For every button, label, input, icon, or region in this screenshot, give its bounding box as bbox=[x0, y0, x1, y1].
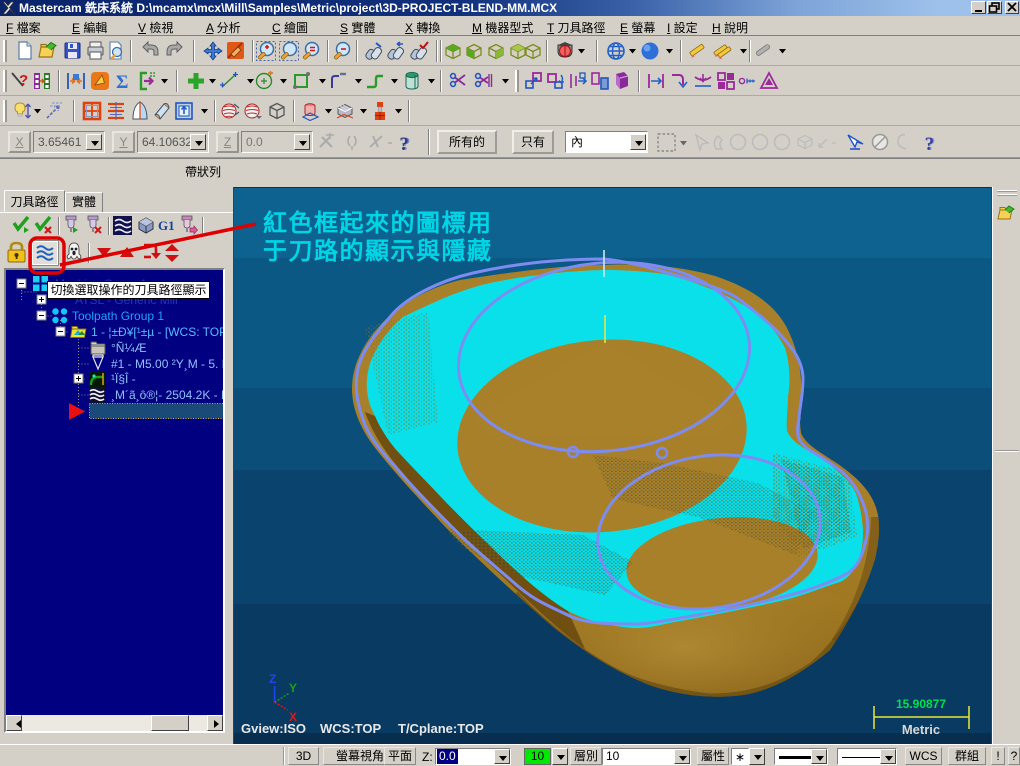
svg-text:Gview:ISO: Gview:ISO bbox=[241, 721, 306, 736]
svg-text:Y: Y bbox=[289, 681, 297, 695]
svg-text:T/Cplane:TOP: T/Cplane:TOP bbox=[398, 721, 484, 736]
svg-text:WCS:TOP: WCS:TOP bbox=[320, 721, 381, 736]
svg-text:#1 - M5.00 ²Y¸M - 5. BAL: #1 - M5.00 ²Y¸M - 5. BAL bbox=[111, 357, 223, 371]
svg-text:¹Ï§Î -: ¹Ï§Î - bbox=[111, 371, 136, 386]
svg-text:°Ñ¼Æ: °Ñ¼Æ bbox=[111, 341, 146, 355]
svg-text:¸M´ã¸ô®¦- 2504.2K - MACH: ¸M´ã¸ô®¦- 2504.2K - MACH bbox=[111, 388, 223, 402]
svg-text:?: ? bbox=[19, 72, 28, 89]
svg-text:Toolpath Group 1: Toolpath Group 1 bbox=[72, 309, 164, 323]
svg-text:Z: Z bbox=[269, 672, 276, 686]
svg-text:Metric: Metric bbox=[902, 722, 940, 737]
svg-text:15.90877: 15.90877 bbox=[896, 697, 946, 711]
svg-text:?: ? bbox=[399, 134, 409, 155]
svg-text:Σ: Σ bbox=[116, 72, 128, 93]
svg-text:1 - ¦±Ð¥[¹±µ - [WCS: TOP] -: 1 - ¦±Ð¥[¹±µ - [WCS: TOP] - bbox=[91, 325, 223, 339]
svg-text:?: ? bbox=[925, 134, 935, 155]
